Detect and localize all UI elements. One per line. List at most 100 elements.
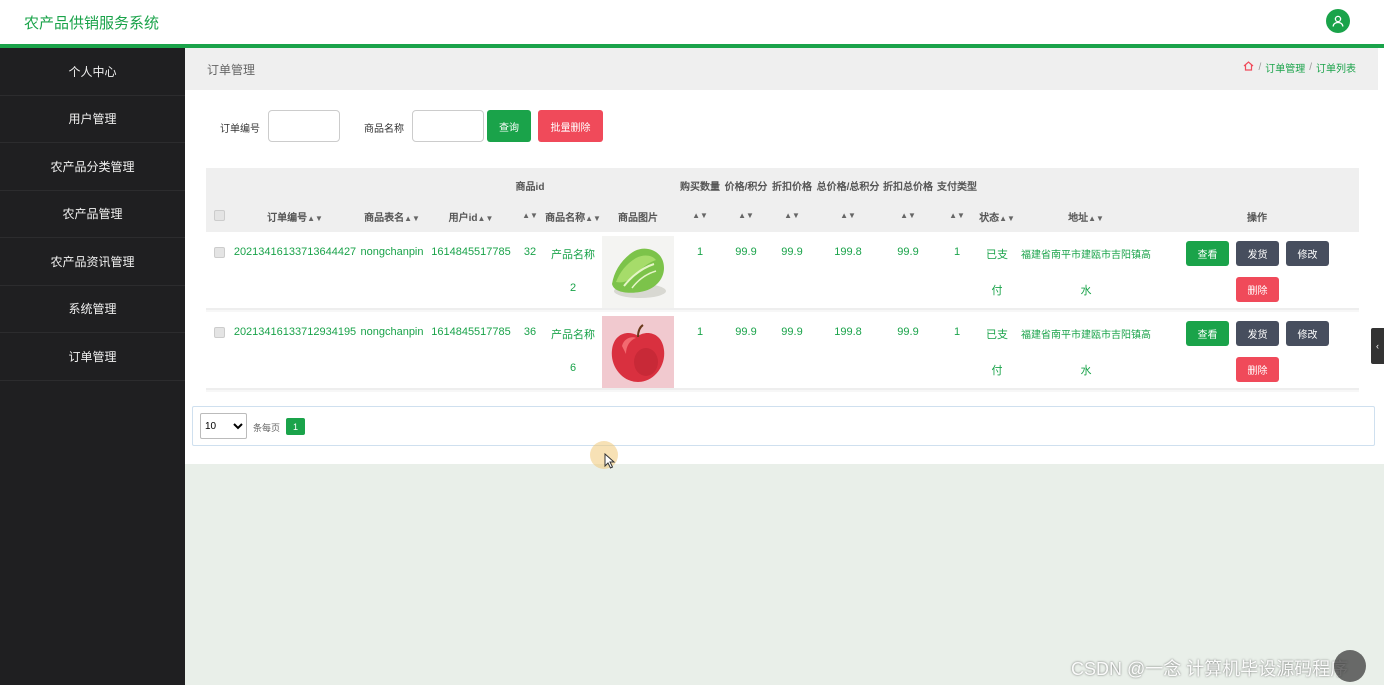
ship-button[interactable]: 发货 [1236, 241, 1279, 266]
cell-quantity: 1 [696, 246, 704, 258]
cell-address: 福建省南平市建瓯市吉阳镇高 [1021, 330, 1151, 341]
user-avatar-icon[interactable] [1326, 9, 1350, 33]
delete-button[interactable]: 删除 [1236, 277, 1279, 302]
cell-status: 已支 [986, 329, 1008, 341]
cell-product-name: 产品名称 [551, 249, 595, 261]
table-row: 20213416133712934195 nongchanpin 1614845… [206, 312, 1359, 390]
main-content: 订单管理 / 订单管理 / 订单列表 订单编号 商品名称 查询 批量删除 商品i… [185, 48, 1384, 464]
sort-icon[interactable]: ▲▼ [999, 214, 1015, 223]
table-row: 20213416133713644427 nongchanpin 1614845… [206, 232, 1359, 310]
sort-icon[interactable]: ▲▼ [307, 214, 323, 223]
sort-icon[interactable]: ▲▼ [585, 214, 601, 223]
header-product-id: 商品id [515, 182, 545, 193]
sidebar-item-system-management[interactable]: 系统管理 [0, 286, 185, 333]
row-checkbox[interactable] [214, 327, 225, 338]
order-no-label: 订单编号 [220, 124, 260, 135]
cell-total: 199.8 [834, 246, 862, 258]
cell-discount-price: 99.9 [781, 246, 803, 258]
view-button[interactable]: 查看 [1186, 321, 1229, 346]
cell-product-name-wrap: 2 [569, 282, 577, 294]
breadcrumb-separator: / [1258, 62, 1262, 73]
page-size-select[interactable]: 10 [200, 413, 247, 439]
header-user-id[interactable]: 用户id▲▼ [449, 209, 494, 224]
cell-product-id: 36 [523, 326, 537, 338]
header-order-no[interactable]: 订单编号▲▼ [267, 209, 323, 224]
select-all-checkbox[interactable] [214, 210, 225, 221]
header-address[interactable]: 地址▲▼ [1068, 209, 1104, 224]
header-table-name[interactable]: 商品表名▲▼ [364, 209, 420, 224]
apple-image [602, 316, 674, 388]
sort-icon[interactable]: ▲▼ [478, 214, 494, 223]
app-title: 农产品供销服务系统 [24, 15, 160, 32]
sidebar-item-user-management[interactable]: 用户管理 [0, 96, 185, 143]
cell-user-id: 1614845517785 [431, 246, 511, 258]
ship-button[interactable]: 发货 [1236, 321, 1279, 346]
search-bar: 订单编号 商品名称 查询 批量删除 [185, 110, 785, 142]
breadcrumb-separator: / [1309, 62, 1312, 73]
cell-address: 福建省南平市建瓯市吉阳镇高 [1021, 250, 1151, 261]
sidebar-item-order-management[interactable]: 订单管理 [0, 333, 185, 381]
page-number-button[interactable]: 1 [286, 418, 305, 435]
edit-button[interactable]: 修改 [1286, 241, 1329, 266]
cell-discount-total: 99.9 [897, 326, 919, 338]
header-status[interactable]: 状态▲▼ [979, 209, 1015, 224]
collapse-tab-icon[interactable]: ‹ [1371, 328, 1384, 364]
cell-status: 已支 [986, 249, 1008, 261]
sort-icon[interactable]: ▲▼ [784, 211, 800, 220]
sidebar: 个人中心 用户管理 农产品分类管理 农产品管理 农产品资讯管理 系统管理 订单管… [0, 48, 185, 685]
watermark: CSDN @一念 计算机毕设源码程序 [1071, 659, 1349, 679]
cell-product-name-wrap: 6 [569, 362, 577, 374]
edit-button[interactable]: 修改 [1286, 321, 1329, 346]
sidebar-item-personal-center[interactable]: 个人中心 [0, 48, 185, 96]
sort-icon[interactable]: ▲▼ [738, 211, 754, 220]
sidebar-item-product-management[interactable]: 农产品管理 [0, 191, 185, 238]
query-button[interactable]: 查询 [487, 110, 531, 142]
cell-address-wrap: 水 [1080, 285, 1092, 297]
breadcrumb: / 订单管理 / 订单列表 [1243, 60, 1356, 75]
orders-table: 商品id 购买数量 价格/积分 折扣价格 总价格/总积分 折扣总价格 支付类型 … [206, 168, 1359, 392]
cell-order-no: 20213416133712934195 [233, 326, 357, 338]
header-total: 总价格/总积分 [816, 182, 880, 193]
header-discount-price: 折扣价格 [772, 182, 812, 193]
sidebar-item-category-management[interactable]: 农产品分类管理 [0, 143, 185, 191]
sort-icon[interactable]: ▲▼ [949, 211, 965, 220]
row-checkbox[interactable] [214, 247, 225, 258]
sidebar-item-news-management[interactable]: 农产品资讯管理 [0, 238, 185, 286]
sort-icon[interactable]: ▲▼ [522, 211, 538, 220]
cell-status-wrap: 付 [991, 285, 1003, 297]
breadcrumb-order-list[interactable]: 订单列表 [1316, 60, 1356, 75]
header-status-label: 状态 [979, 213, 1000, 224]
view-button[interactable]: 查看 [1186, 241, 1229, 266]
header-discount-total: 折扣总价格 [883, 182, 933, 193]
header-quantity: 购买数量 [680, 182, 720, 193]
order-no-input[interactable] [268, 110, 340, 142]
header-pay-type: 支付类型 [937, 182, 977, 193]
delete-button[interactable]: 删除 [1236, 357, 1279, 382]
cell-discount-total: 99.9 [897, 246, 919, 258]
header-product-name[interactable]: 商品名称▲▼ [545, 209, 601, 224]
table-header: 商品id 购买数量 价格/积分 折扣价格 总价格/总积分 折扣总价格 支付类型 … [206, 168, 1359, 232]
per-page-label: 条每页 [253, 423, 281, 433]
sort-icon[interactable]: ▲▼ [404, 214, 420, 223]
sort-icon[interactable]: ▲▼ [840, 211, 856, 220]
header-table-name-label: 商品表名 [364, 213, 405, 224]
cell-discount-price: 99.9 [781, 326, 803, 338]
batch-delete-button[interactable]: 批量删除 [538, 110, 603, 142]
page-header: 订单管理 / 订单管理 / 订单列表 [185, 48, 1378, 90]
page-title: 订单管理 [207, 63, 256, 77]
cell-order-no: 20213416133713644427 [233, 246, 357, 258]
cell-total: 199.8 [834, 326, 862, 338]
header-address-label: 地址 [1068, 213, 1089, 224]
sort-icon[interactable]: ▲▼ [692, 211, 708, 220]
cell-quantity: 1 [696, 326, 704, 338]
sort-icon[interactable]: ▲▼ [900, 211, 916, 220]
home-icon[interactable] [1243, 61, 1254, 74]
top-bar: 农产品供销服务系统 [0, 0, 1384, 48]
cell-product-name: 产品名称 [551, 329, 595, 341]
product-name-input[interactable] [412, 110, 484, 142]
lettuce-image [602, 236, 674, 308]
sort-icon[interactable]: ▲▼ [1088, 214, 1104, 223]
header-user-id-label: 用户id [448, 213, 478, 224]
pagination: 10 条每页 1 [192, 406, 1375, 446]
breadcrumb-order-management[interactable]: 订单管理 [1265, 60, 1305, 75]
